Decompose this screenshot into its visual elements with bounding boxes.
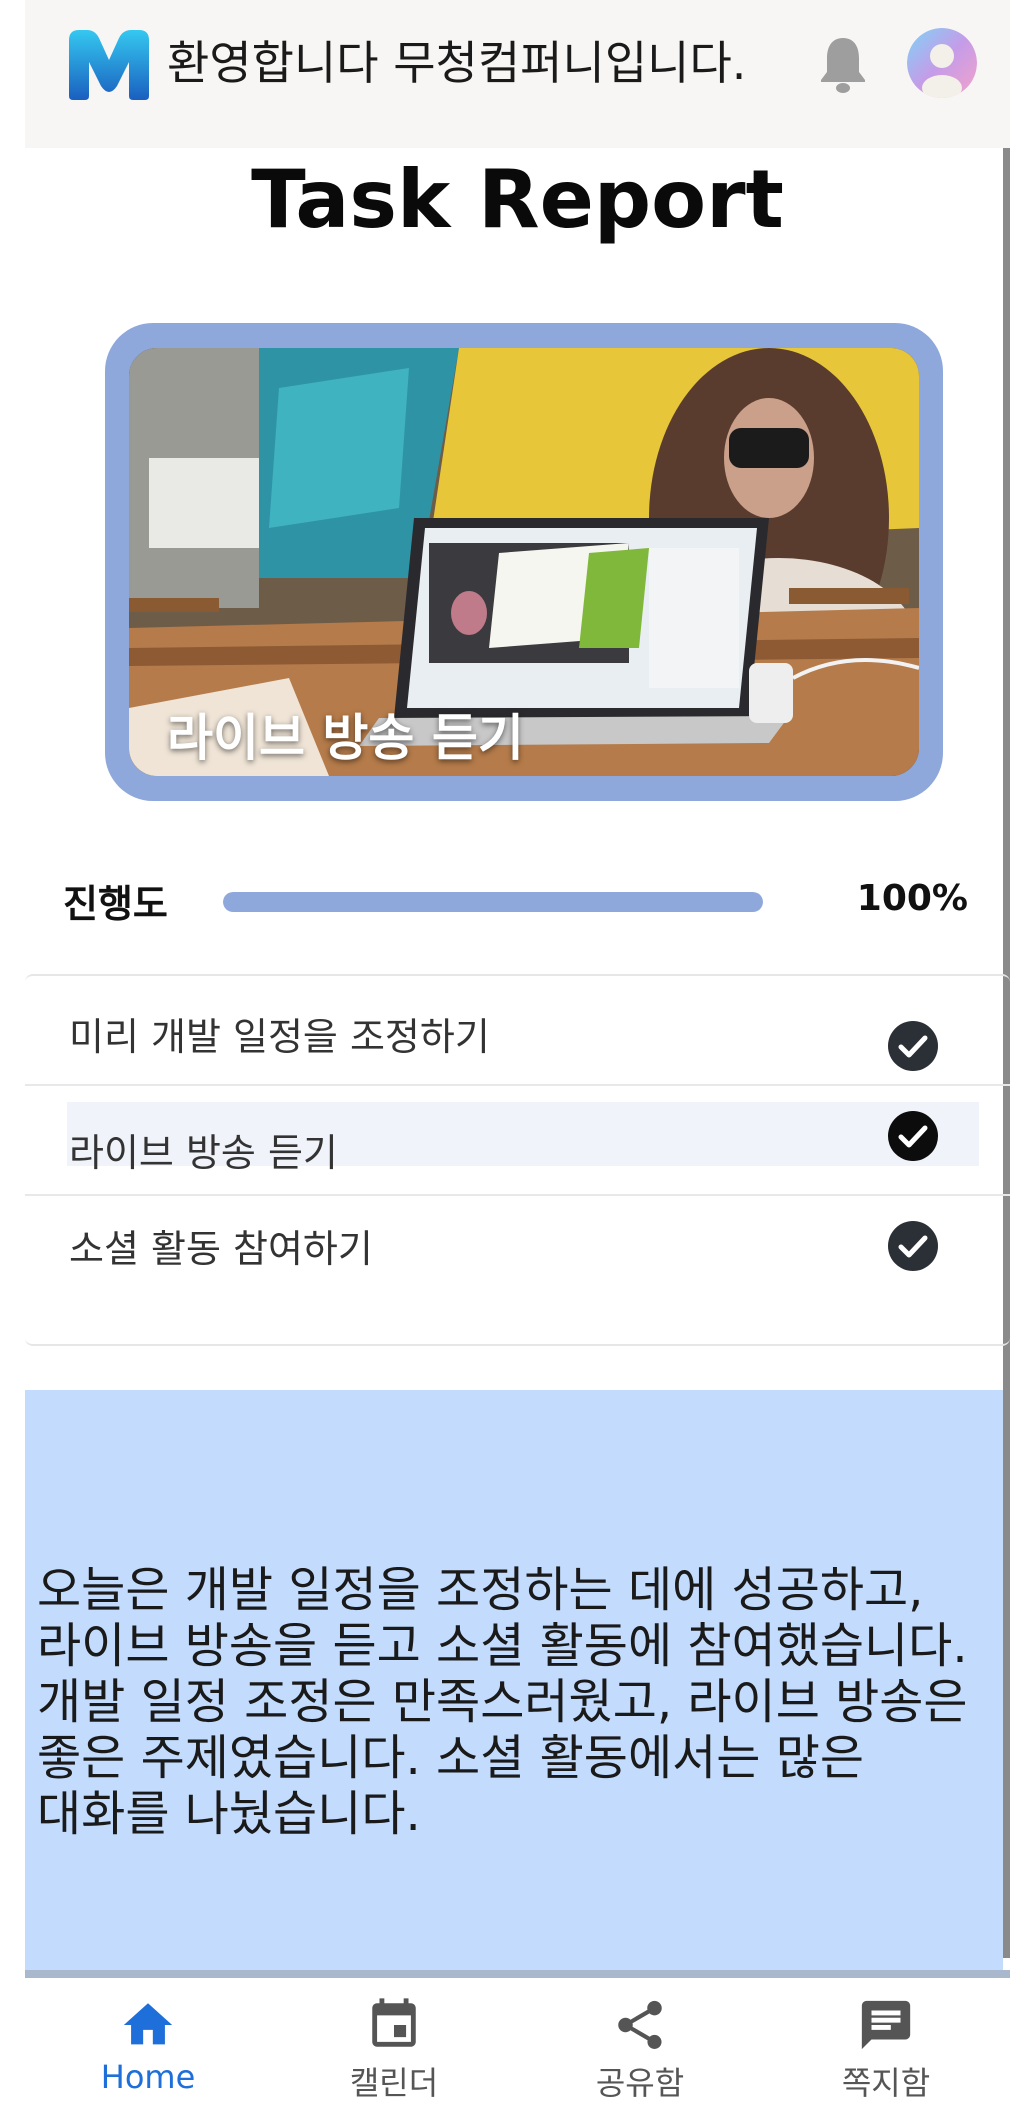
task-list: 미리 개발 일정을 조정하기 라이브 방송 듣기 소셜 활동 참여하기 — [25, 974, 1010, 1346]
nav-item-messages[interactable]: 쪽지함 — [763, 1996, 1009, 2106]
nav-item-share[interactable]: 공유함 — [517, 1996, 763, 2106]
task-row-highlighted[interactable]: 라이브 방송 듣기 — [25, 1086, 1010, 1196]
task-row[interactable]: 미리 개발 일정을 조정하기 — [25, 976, 1010, 1086]
avatar[interactable] — [907, 28, 977, 98]
app-logo-icon[interactable] — [65, 26, 153, 102]
task-card[interactable]: 라이브 방송 듣기 — [105, 323, 943, 801]
app-header: 환영합니다 무청컴퍼니입니다. — [25, 0, 1010, 148]
nav-item-calendar[interactable]: 캘린더 — [271, 1996, 517, 2106]
nav-divider — [25, 1970, 1010, 1978]
progress-bar-fill — [223, 892, 763, 912]
task-row[interactable]: 소셜 활동 참여하기 — [25, 1196, 1010, 1304]
page-title: Task Report — [251, 153, 784, 246]
share-icon — [618, 2000, 662, 2049]
message-icon — [861, 2000, 911, 2050]
progress-label: 진행도 — [63, 882, 168, 926]
nav-label: Home — [100, 2058, 196, 2096]
summary-text: 오늘은 개발 일정을 조정하는 데에 성공하고, 라이브 방송을 듣고 소셜 활… — [37, 1562, 968, 1842]
calendar-icon — [372, 1998, 416, 2047]
app-frame: 환영합니다 무청컴퍼니입니다. Task Report 라이브 방송 듣기 진행… — [25, 0, 1010, 2110]
task-label: 라이브 방송 듣기 — [69, 1131, 338, 1175]
check-circle-icon[interactable] — [887, 1220, 939, 1272]
progress-value: 100% — [856, 878, 968, 919]
card-image: 라이브 방송 듣기 — [129, 348, 919, 776]
progress-bar — [223, 892, 763, 912]
bottom-navigation: Home 캘린더 공유함 쪽지함 — [25, 1980, 1010, 2110]
user-avatar-icon — [907, 28, 977, 98]
nav-label: 공유함 — [595, 2064, 685, 2102]
task-label: 소셜 활동 참여하기 — [69, 1227, 373, 1271]
task-label: 미리 개발 일정을 조정하기 — [69, 1015, 490, 1059]
bell-icon[interactable] — [815, 34, 871, 96]
home-icon — [123, 2003, 173, 2045]
nav-label: 쪽지함 — [841, 2064, 931, 2102]
check-circle-icon[interactable] — [887, 1110, 939, 1162]
welcome-text: 환영합니다 무청컴퍼니입니다. — [167, 36, 747, 90]
summary-panel: 오늘은 개발 일정을 조정하는 데에 성공하고, 라이브 방송을 듣고 소셜 활… — [25, 1390, 1003, 1970]
nav-label: 캘린더 — [349, 2064, 439, 2102]
nav-item-home[interactable]: Home — [25, 1996, 271, 2106]
card-caption: 라이브 방송 듣기 — [167, 709, 524, 767]
check-circle-icon[interactable] — [887, 1020, 939, 1072]
